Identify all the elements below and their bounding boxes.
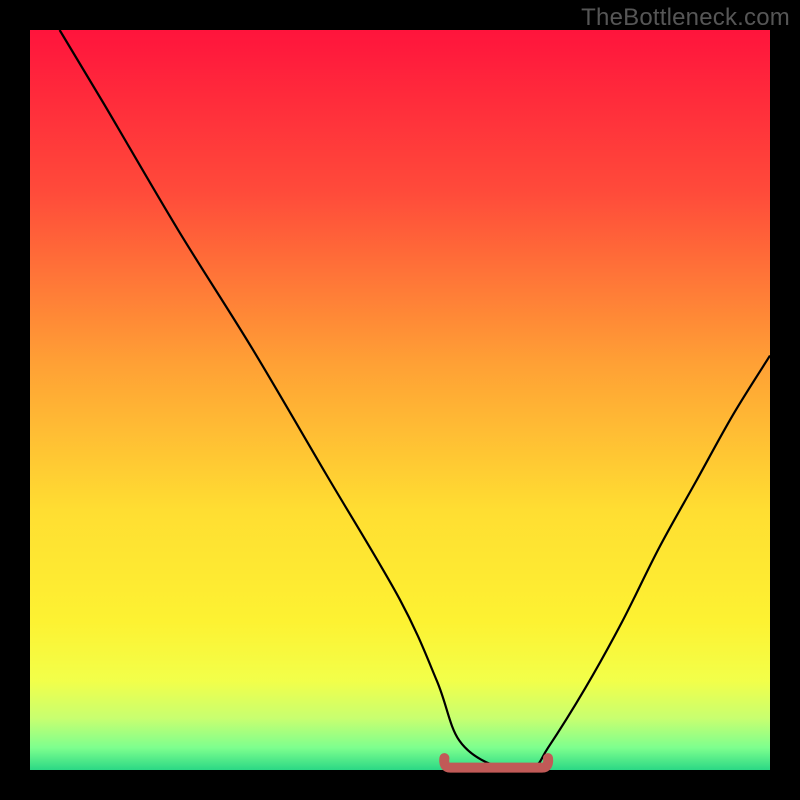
watermark-text: TheBottleneck.com (581, 4, 790, 32)
plot-background (30, 30, 770, 770)
bottleneck-chart (0, 0, 800, 800)
chart-frame: TheBottleneck.com (0, 0, 800, 800)
